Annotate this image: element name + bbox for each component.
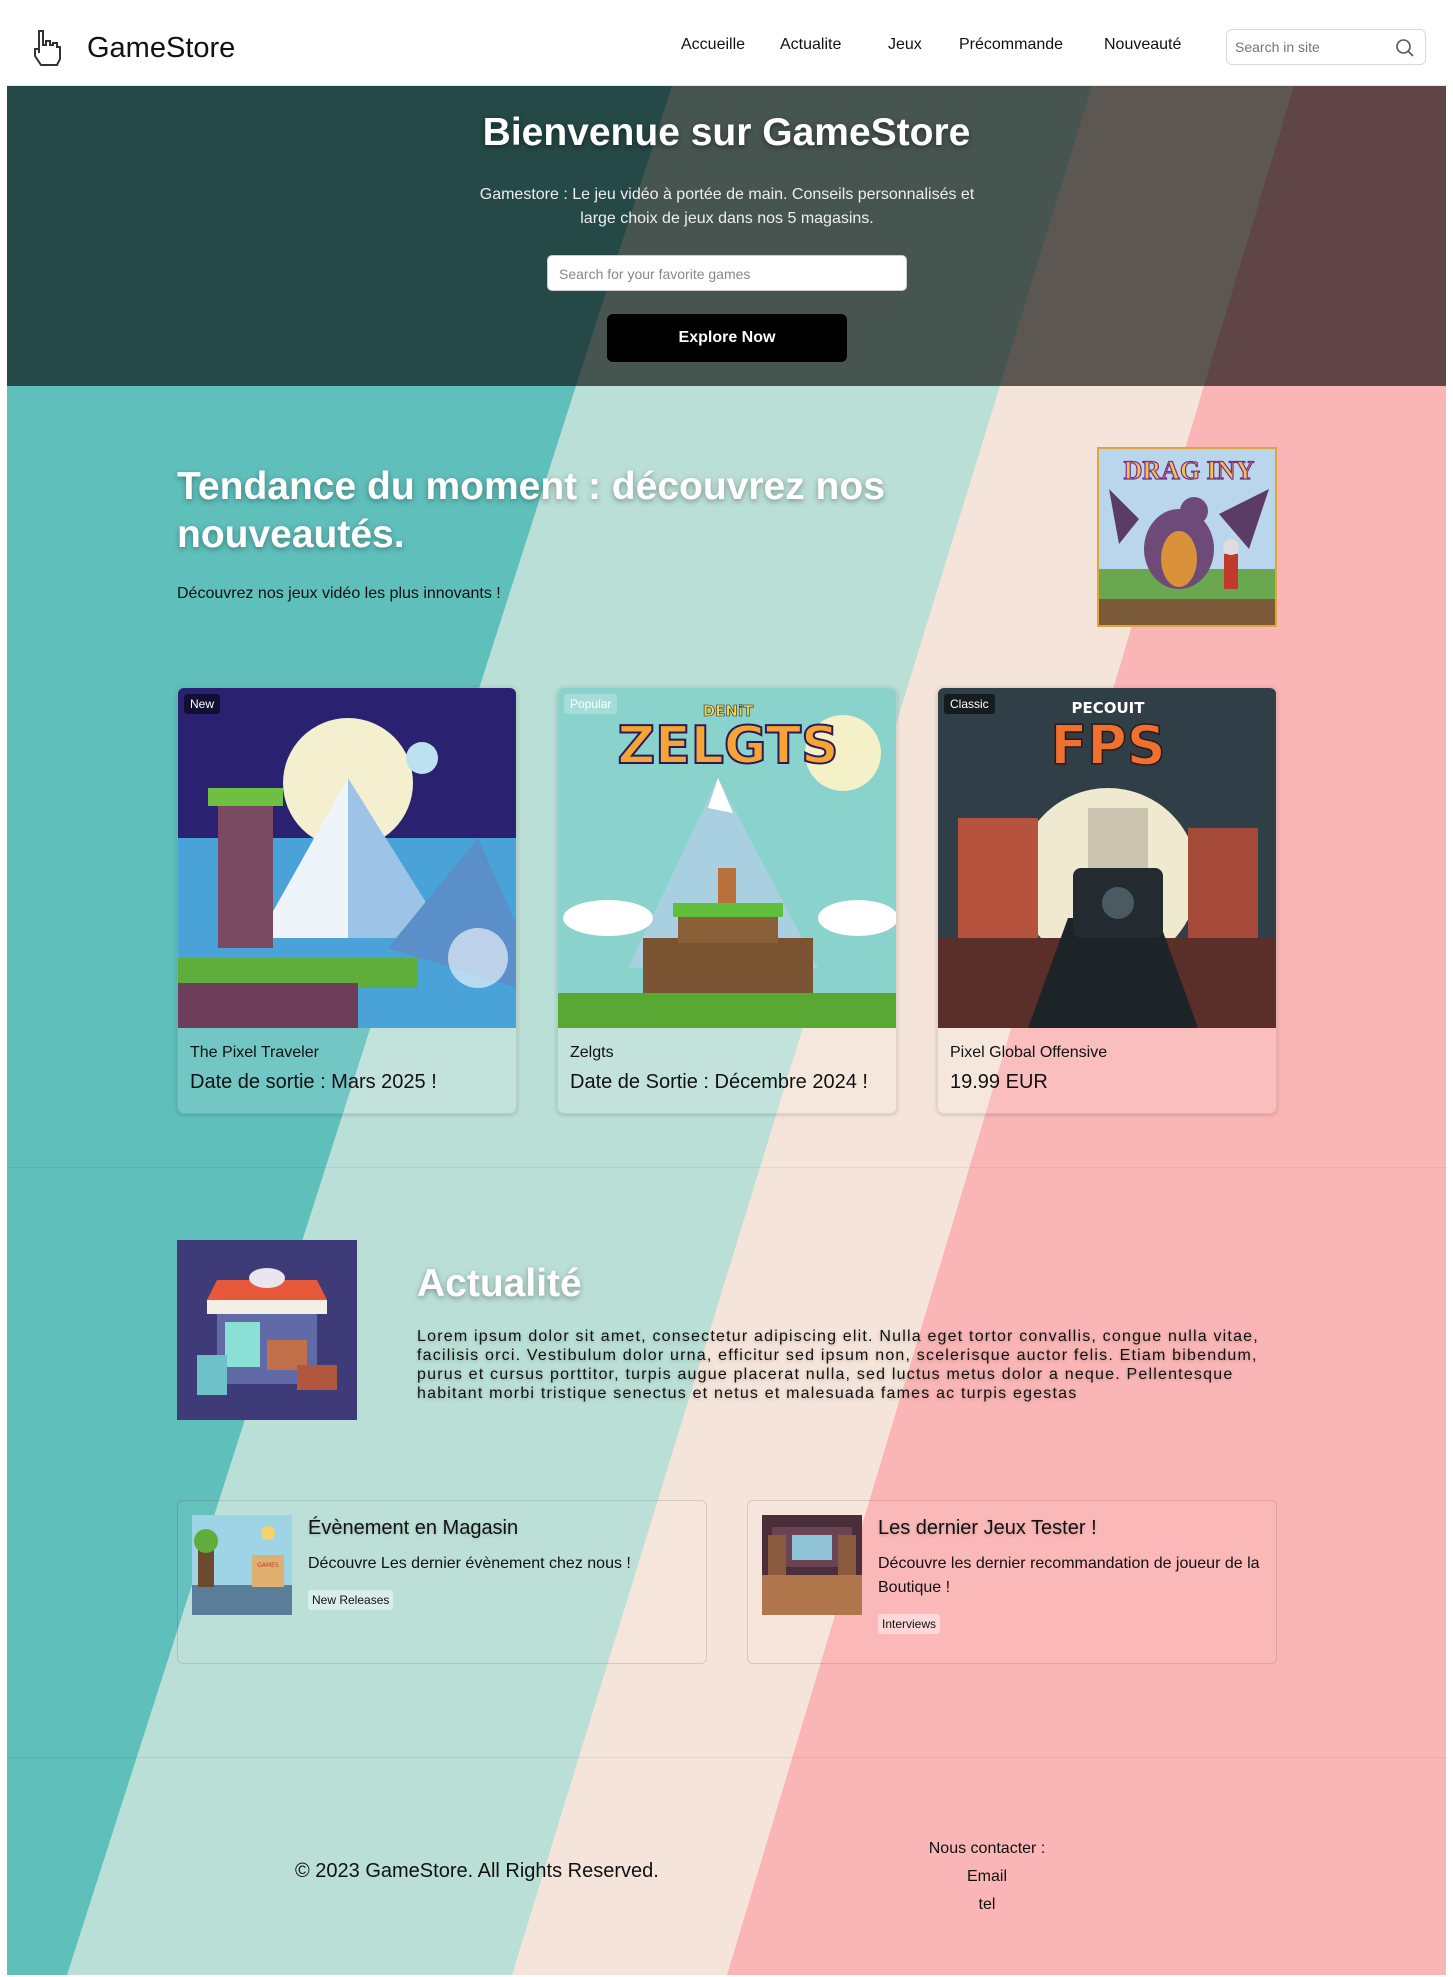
nav-item-precommande[interactable]: Précommande — [959, 36, 1063, 54]
nav-item-accueille[interactable]: Accueille — [681, 36, 745, 54]
brand-name[interactable]: GameStore — [87, 32, 235, 65]
news-title: Les dernier Jeux Tester ! — [878, 1517, 1097, 1539]
page: GameStore Accueille Actualite Jeux Préco… — [7, 7, 1446, 1975]
news-tag[interactable]: New Releases — [308, 1590, 394, 1610]
trending-title: Tendance du moment : découvrez nos nouve… — [177, 465, 885, 556]
game-card-pixel-global-offensive[interactable]: PECOUIT FPS Classic Pixel Global Offensi… — [937, 687, 1277, 1114]
actualite-text: Lorem ipsum dolor sit amet, consectetur … — [417, 1328, 1259, 1402]
game-badge: Classic — [944, 694, 995, 714]
news-card-store-event[interactable]: GAMES Évènement en Magasin Découvre Les … — [177, 1500, 707, 1664]
game-price: 19.99 EUR — [950, 1071, 1048, 1093]
hero-subtitle: Gamestore : Le jeu vidéo à portée de mai… — [479, 186, 975, 227]
game-card-zelgts[interactable]: DENiT ZELGTS Popular Zelgts Date de Sort… — [557, 687, 897, 1114]
contact-tel-link[interactable]: tel — [917, 1891, 1057, 1919]
featured-game-logo: DRAG INY — [1124, 456, 1255, 485]
footer-divider — [7, 1757, 1446, 1758]
game-badge: New — [184, 694, 221, 714]
game-release: Date de Sortie : Décembre 2024 ! — [570, 1071, 868, 1093]
explore-now-button[interactable]: Explore Now — [607, 314, 847, 362]
contact-email-link[interactable]: Email — [917, 1863, 1057, 1891]
news-thumbnail: GAMES — [192, 1515, 292, 1615]
game-card-pixel-traveler[interactable]: New The Pixel Traveler Date de sortie : … — [177, 687, 517, 1114]
actualite-title: Actualité — [417, 1262, 582, 1305]
zelgts-logo: ZELGTS — [617, 716, 838, 776]
game-name: Pixel Global Offensive — [950, 1044, 1108, 1061]
store-illustration — [177, 1240, 357, 1420]
hero-title: Bienvenue sur GameStore — [482, 111, 971, 154]
fps-logo: FPS — [1050, 714, 1165, 777]
nav-item-actualite[interactable]: Actualite — [780, 36, 841, 54]
game-art-fps: PECOUIT FPS — [938, 688, 1276, 1028]
section-divider — [7, 1167, 1446, 1168]
featured-game-image[interactable]: DRAG INY — [1097, 447, 1277, 627]
hero-search — [547, 255, 907, 291]
site-search-input[interactable] — [1235, 39, 1395, 55]
search-icon[interactable] — [1395, 38, 1415, 58]
copyright: © 2023 GameStore. All Rights Reserved. — [295, 1860, 659, 1882]
hero-search-input[interactable] — [559, 266, 889, 282]
nav-item-nouveaute[interactable]: Nouveauté — [1104, 36, 1181, 54]
news-thumb-sign: GAMES — [257, 1562, 279, 1569]
nav-item-jeux[interactable]: Jeux — [888, 36, 922, 54]
news-title: Évènement en Magasin — [308, 1517, 519, 1539]
news-thumbnail — [762, 1515, 862, 1615]
game-art-zelgts: DENiT ZELGTS — [558, 688, 896, 1028]
game-release: Date de sortie : Mars 2025 ! — [190, 1071, 437, 1093]
news-card-latest-tested[interactable]: Les dernier Jeux Tester ! Découvre les d… — [747, 1500, 1277, 1664]
news-tag[interactable]: Interviews — [878, 1614, 941, 1634]
site-search — [1226, 29, 1426, 65]
header: GameStore Accueille Actualite Jeux Préco… — [7, 7, 1446, 86]
dragon-illustration: DRAG INY — [1099, 449, 1275, 625]
contact-block: Nous contacter : Email tel — [917, 1835, 1057, 1919]
game-name: The Pixel Traveler — [190, 1044, 319, 1061]
news-description: Découvre Les dernier évènement chez nous… — [308, 1555, 631, 1572]
game-name: Zelgts — [570, 1044, 614, 1061]
pointer-hand-icon[interactable] — [29, 27, 63, 67]
game-badge: Popular — [564, 694, 618, 714]
trending-subtitle: Découvrez nos jeux vidéo les plus innova… — [177, 585, 501, 602]
contact-label: Nous contacter : — [928, 1840, 1046, 1857]
news-description: Découvre les dernier recommandation de j… — [878, 1555, 1260, 1596]
game-art-pixel-traveler — [178, 688, 516, 1028]
